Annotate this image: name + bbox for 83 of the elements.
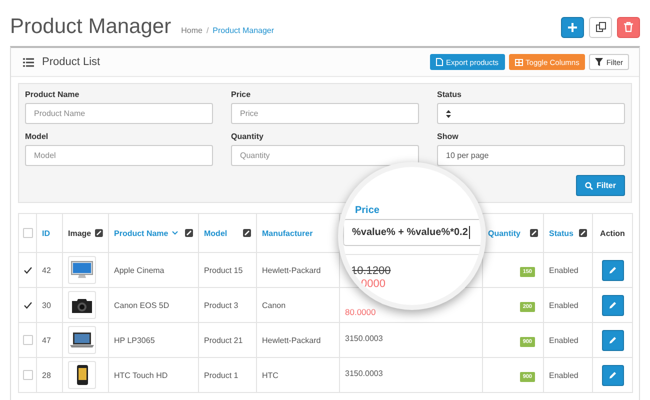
copy-icon <box>596 22 606 32</box>
field-label: Quantity <box>231 132 264 141</box>
trash-icon <box>624 22 633 32</box>
edit-button[interactable] <box>602 260 624 280</box>
column-toggle-icon[interactable] <box>579 229 587 237</box>
table-cell: Product 1 <box>204 370 238 380</box>
field-label: Show <box>437 132 460 141</box>
table-cell: Hewlett-Packard <box>262 336 321 344</box>
price-text: 10.1200 <box>351 265 391 277</box>
pencil-icon <box>608 301 616 309</box>
column-header: Image <box>68 228 92 238</box>
table-cell: Apple Cinema <box>114 266 164 274</box>
columns-icon <box>514 58 523 66</box>
laptop-icon <box>70 332 94 348</box>
table-cell: Product 21 <box>204 336 243 344</box>
delete-button[interactable] <box>617 16 640 38</box>
column-toggle-icon[interactable] <box>95 229 103 237</box>
column-header[interactable]: Quantity <box>488 228 520 238</box>
add-button[interactable] <box>561 16 584 38</box>
panel-title: Product List <box>42 56 100 68</box>
column-header[interactable]: Manufacturer <box>262 228 313 238</box>
edit-button[interactable] <box>602 294 624 316</box>
column-header[interactable]: ID <box>42 228 50 238</box>
list-icon <box>23 58 34 66</box>
select-all-checkbox[interactable] <box>23 228 33 238</box>
input-field[interactable]: 10 per page <box>437 145 625 166</box>
edit-button[interactable] <box>602 364 624 386</box>
table-cell: 47 <box>42 336 51 344</box>
price-text: 3150.0003 <box>345 369 384 380</box>
column-header[interactable]: Model <box>204 228 228 238</box>
breadcrumb-separator: / <box>206 26 209 35</box>
breadcrumb-link[interactable]: Home <box>181 26 202 35</box>
price-formula-field[interactable]: %value% + %value%*0.2 <box>343 219 481 246</box>
edit-button[interactable] <box>602 330 624 350</box>
table-cell: HTC Touch HD <box>114 370 168 380</box>
input-field[interactable]: Product Name <box>25 103 213 124</box>
search-icon <box>585 182 594 190</box>
pencil-icon <box>608 266 616 274</box>
input-field[interactable]: Price <box>231 103 419 124</box>
select-arrows-icon <box>446 110 451 118</box>
column-toggle-icon[interactable] <box>243 229 251 237</box>
table-cell: Product 3 <box>204 300 238 310</box>
status-text: Enabled <box>549 266 578 274</box>
file-icon <box>436 58 444 66</box>
input-field[interactable]: Quantity <box>231 145 419 166</box>
camera-icon <box>71 296 93 314</box>
phone-icon <box>76 365 88 385</box>
field-label: Status <box>437 90 462 99</box>
funnel-icon <box>595 58 604 66</box>
status-text: Enabled <box>549 370 578 380</box>
page-title: Product Manager <box>10 15 172 39</box>
field-label: Model <box>25 132 50 141</box>
copy-button[interactable] <box>589 16 612 38</box>
pencil-icon <box>608 336 616 344</box>
pencil-icon <box>608 371 616 379</box>
monitor-icon <box>71 261 93 279</box>
price-text: 3150.0003 <box>345 334 384 345</box>
table-cell: HTC <box>262 370 278 380</box>
table-cell: 30 <box>42 300 51 310</box>
table-cell: Canon EOS 5D <box>114 300 170 310</box>
status-text: Enabled <box>549 300 578 310</box>
column-header[interactable]: Product Name <box>114 228 168 238</box>
plus-icon <box>568 22 577 32</box>
table-cell: HP LP3065 <box>114 336 155 344</box>
column-toggle-icon[interactable] <box>185 229 193 237</box>
table-cell: Canon <box>262 300 286 310</box>
special-price-text: 80.0000 <box>345 307 377 317</box>
row-checkbox[interactable] <box>23 300 33 310</box>
column-header[interactable]: Status <box>549 228 574 238</box>
column-toggle-icon[interactable] <box>530 229 538 237</box>
column-header[interactable]: Price <box>355 205 380 216</box>
row-checkbox[interactable] <box>23 265 33 275</box>
input-field[interactable]: Model <box>25 145 213 166</box>
table-cell: 42 <box>42 266 51 274</box>
table-cell: Hewlett-Packard <box>262 266 321 274</box>
filter-button[interactable]: Filter <box>576 175 625 196</box>
column-header: Action <box>600 228 625 238</box>
table-cell: Product 15 <box>204 266 243 274</box>
status-text: Enabled <box>549 336 578 344</box>
table-cell: 28 <box>42 370 51 380</box>
breadcrumb-link[interactable]: Product Manager <box>212 26 274 35</box>
field-label: Price <box>231 90 252 99</box>
field-label: Product Name <box>25 90 80 99</box>
